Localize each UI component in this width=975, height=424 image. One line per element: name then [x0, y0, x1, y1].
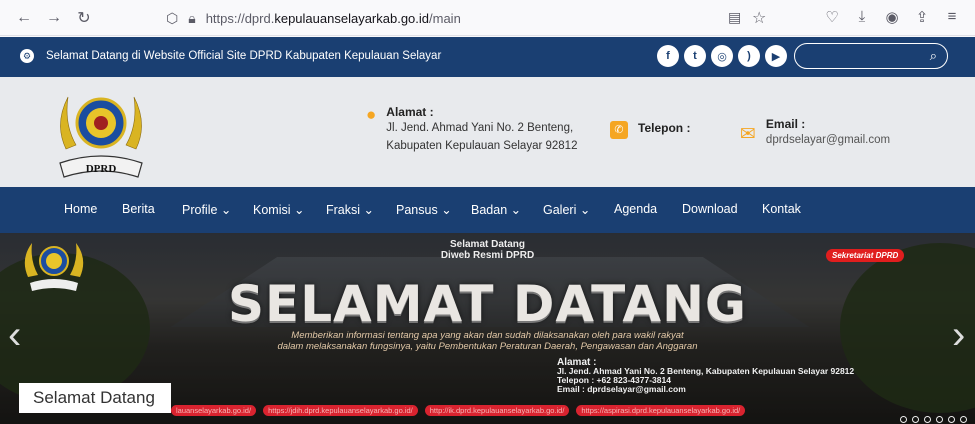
- hero-link[interactable]: https://jdih.dprd.kepulauanselayarkab.go…: [263, 405, 418, 416]
- phone-icon: ✆: [610, 121, 628, 139]
- nav-pansus[interactable]: Pansus ⌄: [396, 202, 452, 217]
- chevron-down-icon: ⌄: [220, 203, 232, 217]
- nav-kontak[interactable]: Kontak: [762, 202, 801, 216]
- nav-download[interactable]: Download: [682, 202, 738, 216]
- hero-address: Alamat : Jl. Jend. Ahmad Yani No. 2 Bent…: [557, 357, 855, 394]
- chevron-down-icon: ⌄: [441, 203, 452, 217]
- address-title: Alamat :: [386, 105, 434, 119]
- nav-profile[interactable]: Profile ⌄: [182, 202, 231, 217]
- rss-icon[interactable]: ): [738, 45, 760, 67]
- reload-icon[interactable]: ↻: [74, 8, 94, 28]
- bookmark-star-icon[interactable]: ☆: [752, 8, 766, 28]
- menu-icon[interactable]: ≡: [937, 8, 967, 26]
- slider-dot[interactable]: [948, 416, 955, 423]
- hero-tagline: Memberikan informasi tentang apa yang ak…: [277, 330, 698, 352]
- map-pin-icon: ●: [366, 105, 377, 124]
- address-line: Kabupaten Kepulauan Selayar 92812: [386, 140, 578, 152]
- toolbar-icons: ♡ ⤓ ◉ ⇪ ≡: [817, 8, 967, 26]
- nav-galeri[interactable]: Galeri ⌄: [543, 202, 590, 217]
- email-value[interactable]: dprdselayar@gmail.com: [766, 131, 890, 149]
- address-bar[interactable]: ⬡ 🔒︎ https://dprd. kepulauanselayarkab.go…: [166, 5, 776, 31]
- search-icon[interactable]: ⌕: [930, 48, 937, 64]
- instagram-icon[interactable]: ◎: [711, 45, 733, 67]
- social-links: f t ◎ ) ▶: [657, 45, 787, 67]
- share-icon[interactable]: ⇪: [907, 8, 937, 26]
- hero-link[interactable]: https://aspirasi.dprd.kepulauanselayarka…: [576, 405, 746, 416]
- slider-dot[interactable]: [924, 416, 931, 423]
- mail-icon: ✉: [740, 124, 756, 145]
- nav-home[interactable]: Home: [64, 202, 97, 216]
- shield-icon: ⬡: [166, 9, 179, 26]
- browser-toolbar: ← → ↻ ⬡ 🔒︎ https://dprd. kepulauanselayar…: [0, 0, 975, 36]
- email-block: ✉ Email : dprdselayar@gmail.com: [740, 117, 890, 149]
- site-topbar: ⚙ Selamat Datang di Website Official Sit…: [0, 37, 975, 77]
- hero-title: SELAMAT DATANG: [228, 275, 747, 333]
- slider-next-icon[interactable]: ›: [952, 313, 965, 358]
- slider-dot[interactable]: [912, 416, 919, 423]
- pocket-icon[interactable]: ♡: [817, 8, 847, 26]
- account-icon[interactable]: ◉: [877, 8, 907, 26]
- slider-prev-icon[interactable]: ‹: [8, 313, 21, 358]
- chevron-down-icon: ⌄: [294, 203, 305, 217]
- welcome-text: Selamat Datang di Website Official Site …: [46, 50, 442, 62]
- chevron-down-icon: ⌄: [510, 203, 522, 217]
- hero-slider: Selamat Datang Diweb Resmi DPRD Sekretar…: [0, 233, 975, 424]
- site-header: DPRD ● Alamat : Jl. Jend. Ahmad Yani No.…: [0, 77, 975, 187]
- nav-badan[interactable]: Badan ⌄: [471, 202, 521, 217]
- gear-icon: ⚙: [20, 49, 34, 63]
- email-title: Email :: [765, 117, 806, 131]
- twitter-icon[interactable]: t: [684, 45, 706, 67]
- hero-link-strip: lauanselayarkab.go.id/ https://jdih.dprd…: [171, 405, 746, 416]
- lock-icon: 🔒︎: [188, 9, 196, 26]
- address-line: Jl. Jend. Ahmad Yani No. 2 Benteng,: [386, 122, 574, 134]
- nav-fraksi[interactable]: Fraksi ⌄: [326, 202, 374, 217]
- phone-block: ✆ Telepon :: [610, 121, 690, 139]
- chevron-down-icon: ⌄: [363, 203, 374, 217]
- address-block: ● Alamat : Jl. Jend. Ahmad Yani No. 2 Be…: [366, 105, 577, 155]
- hero-link[interactable]: http://ik.dprd.kepulauanselayarkab.go.id…: [424, 405, 570, 416]
- slider-dot[interactable]: [960, 416, 967, 423]
- svg-text:DPRD: DPRD: [86, 163, 117, 175]
- slider-dots: [900, 416, 967, 423]
- url-path: /main: [429, 10, 461, 26]
- slide-caption: Selamat Datang: [19, 383, 171, 413]
- download-icon[interactable]: ⤓: [847, 8, 877, 26]
- forward-arrow-icon[interactable]: →: [44, 8, 64, 28]
- search-input[interactable]: ⌕: [794, 43, 948, 69]
- url-host: kepulauanselayarkab.go.id: [274, 10, 430, 26]
- back-arrow-icon[interactable]: ←: [14, 8, 34, 28]
- sekretariat-badge: Sekretariat DPRD: [826, 249, 905, 262]
- nav-agenda[interactable]: Agenda: [614, 202, 657, 216]
- chevron-down-icon: ⌄: [579, 203, 591, 217]
- slider-dot[interactable]: [900, 416, 907, 423]
- dprd-logo[interactable]: DPRD: [46, 79, 156, 183]
- nav-berita[interactable]: Berita: [122, 202, 155, 216]
- main-nav: Home Berita Profile ⌄ Komisi ⌄ Fraksi ⌄ …: [0, 187, 975, 233]
- phone-title: Telepon :: [638, 121, 691, 135]
- nav-komisi[interactable]: Komisi ⌄: [253, 202, 304, 217]
- facebook-icon[interactable]: f: [657, 45, 679, 67]
- hero-link[interactable]: lauanselayarkab.go.id/: [171, 405, 257, 416]
- url-prefix: https://dprd.: [205, 10, 275, 26]
- reader-view-icon[interactable]: ▤: [728, 9, 741, 26]
- slider-dot[interactable]: [936, 416, 943, 423]
- youtube-icon[interactable]: ▶: [765, 45, 787, 67]
